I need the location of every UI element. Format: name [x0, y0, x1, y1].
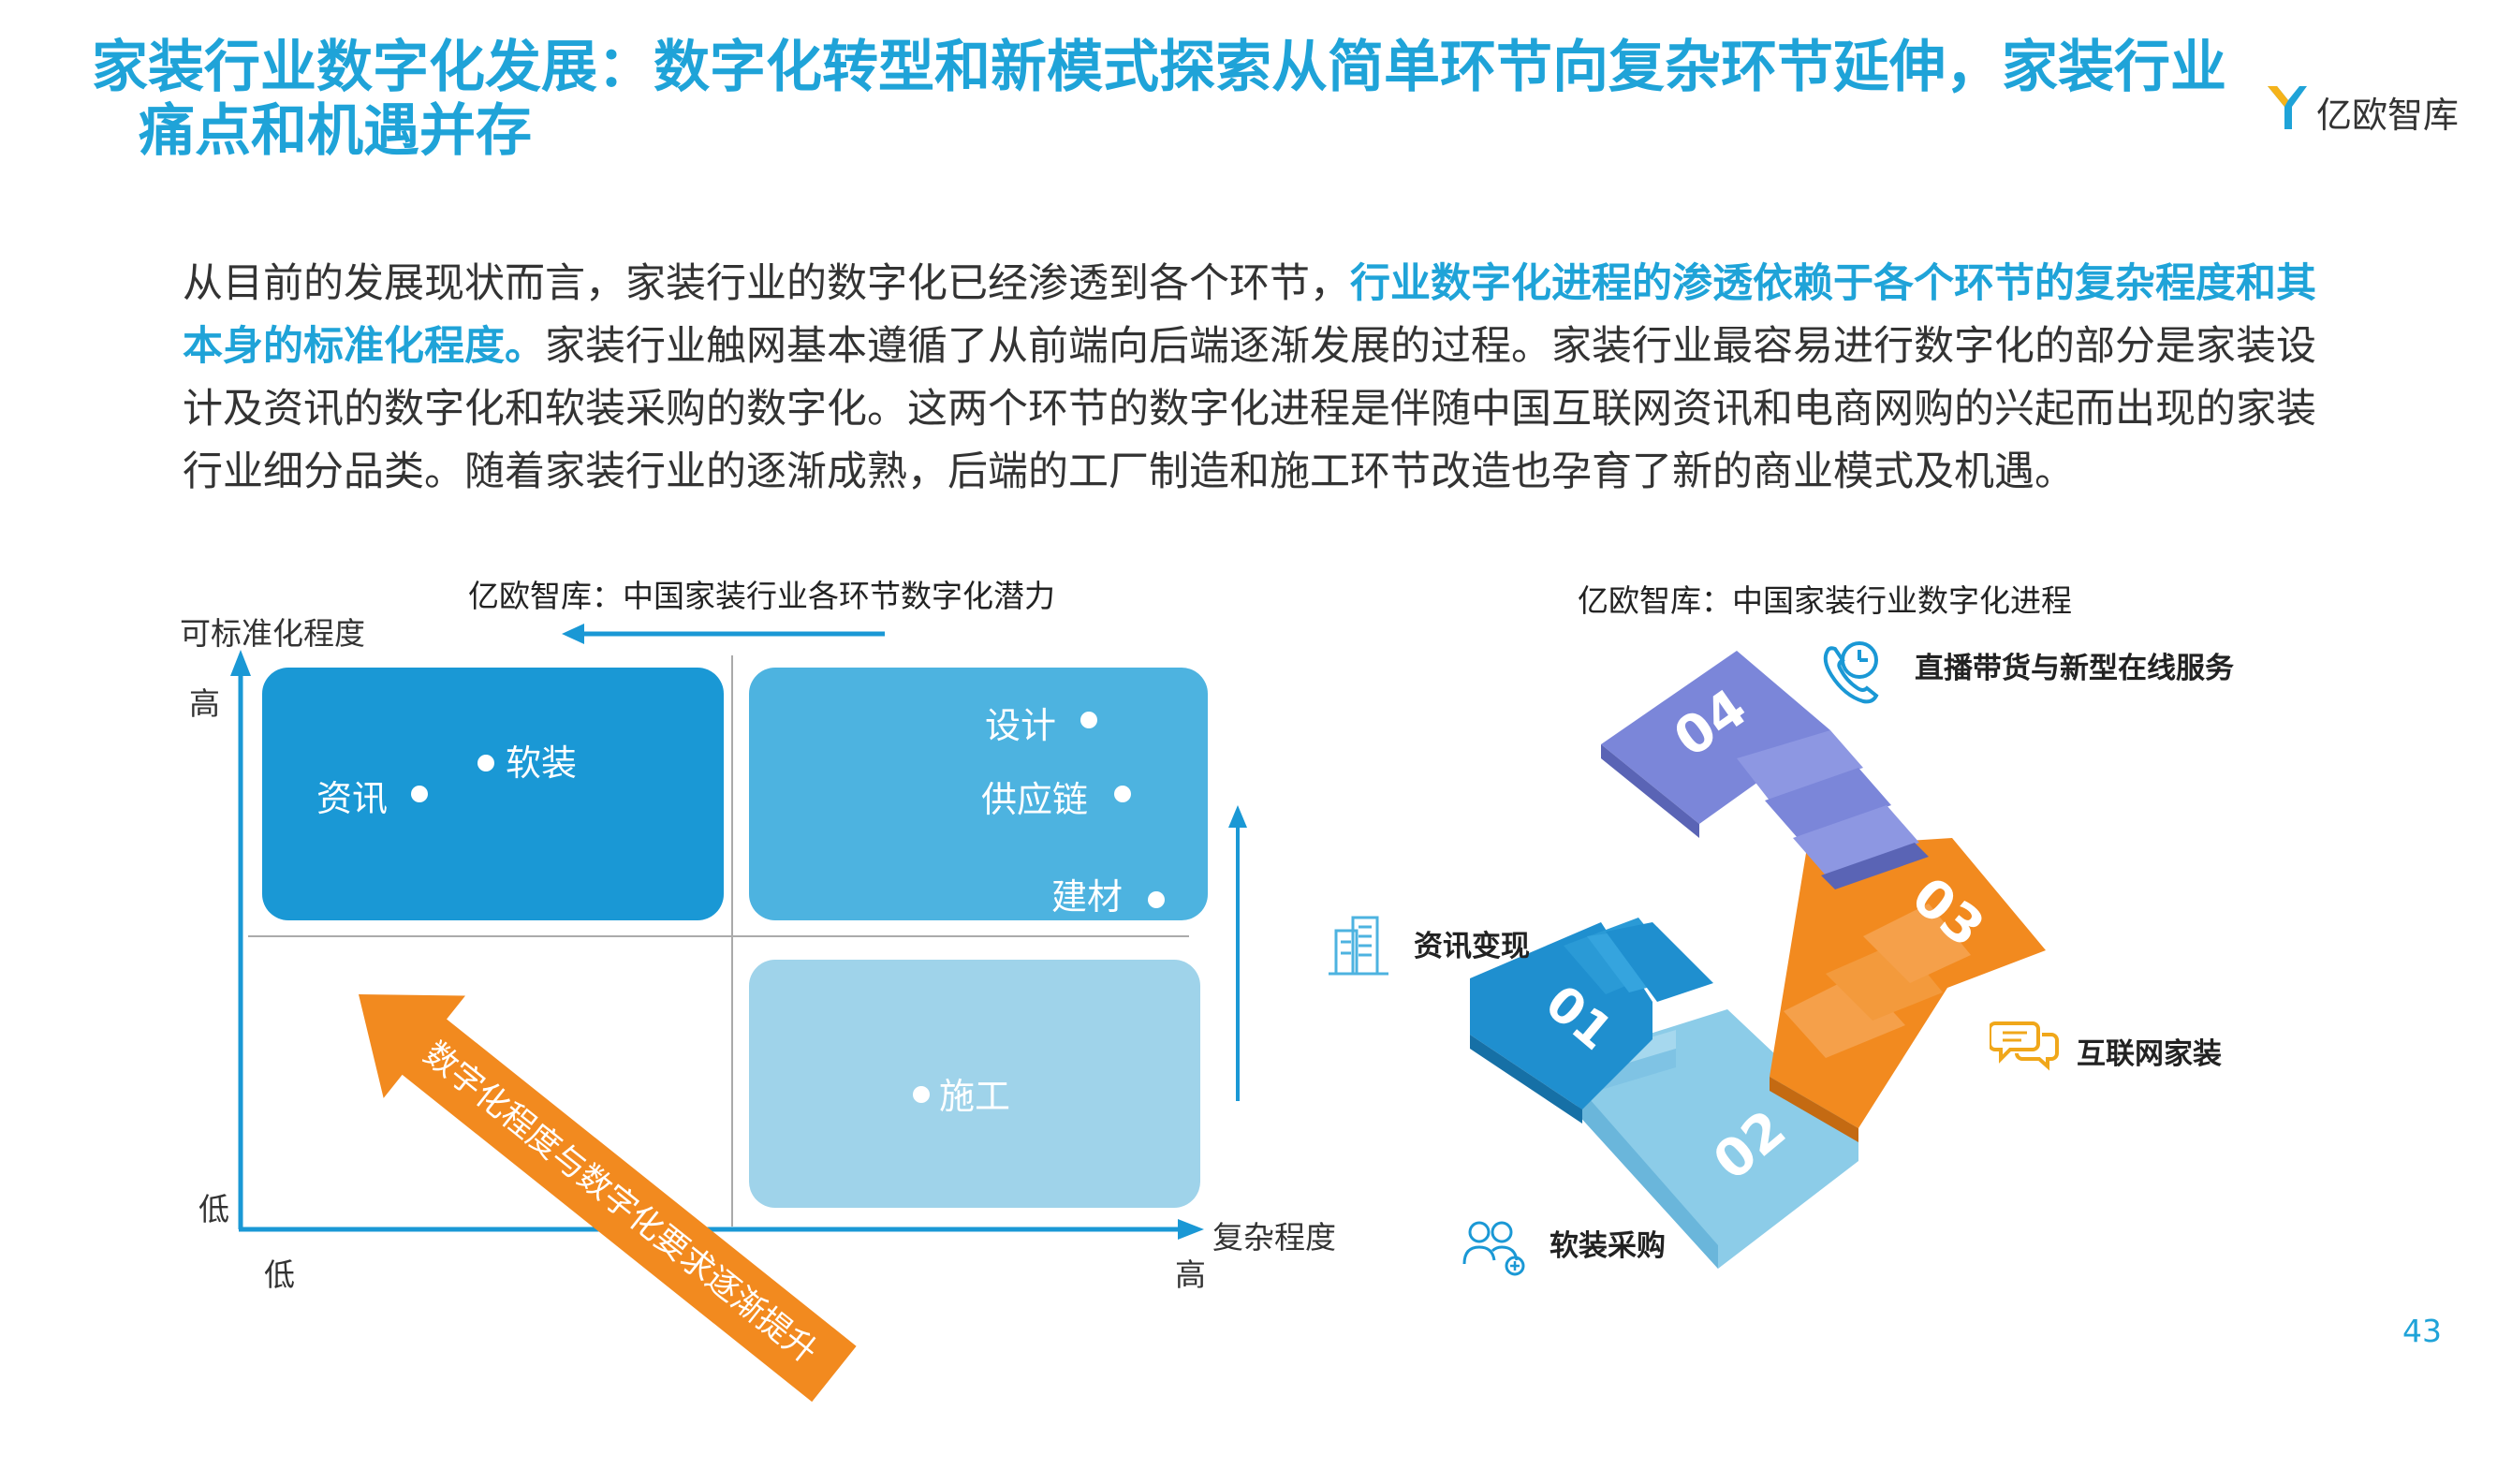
x-axis-high-label: 高 — [1175, 1256, 1206, 1293]
x-axis-title: 复杂程度 — [1212, 1219, 1336, 1256]
staircase-diagram: 04 03 01 02 — [1470, 651, 2046, 1269]
item-label-ruanzhuang: 软装 — [506, 742, 578, 784]
right-chart-title: 亿欧智库：中国家装行业数字化进程 — [1578, 582, 2072, 619]
item-dot-gongyinglian — [1114, 786, 1131, 802]
intro-paragraph: 从目前的发展现状而言，家装行业的数字化已经渗透到各个环节，行业数字化进程的渗透依… — [183, 253, 2355, 504]
item-dot-jiancai — [1148, 891, 1165, 908]
title-line-1: 家装行业数字化发展：数字化转型和新模式探索从简单环节向复杂环节延伸，家装行业 — [92, 35, 2226, 100]
chat-icon — [1990, 1021, 2059, 1071]
step-02-label: 软装采购 — [1550, 1229, 1666, 1263]
step-03-label: 互联网家装 — [2077, 1037, 2222, 1071]
left-chart-title: 亿欧智库：中国家装行业各环节数字化潜力 — [468, 578, 1055, 614]
page-number: 43 — [2402, 1313, 2442, 1349]
item-dot-zixun — [411, 786, 428, 802]
title-line-2: 痛点和机遇并存 — [139, 98, 532, 164]
item-label-zixun: 资讯 — [316, 778, 389, 819]
item-label-jiancai: 建材 — [1051, 876, 1124, 918]
item-label-gongyinglian: 供应链 — [981, 779, 1089, 820]
phone-clock-icon — [1823, 641, 1879, 704]
users-icon — [1462, 1221, 1525, 1276]
logo-text: 亿欧智库 — [2316, 95, 2460, 136]
item-dot-shigong — [913, 1086, 930, 1103]
step-01-label: 资讯变现 — [1414, 930, 1530, 963]
page-title: 家装行业数字化发展：数字化转型和新模式探索从简单环节向复杂环节延伸，家装行业 痛… — [92, 36, 2236, 163]
item-label-shigong: 施工 — [939, 1076, 1011, 1117]
intro-text-1: 从目前的发展现状而言，家装行业的数字化已经渗透到各个环节， — [183, 260, 1350, 307]
quadrant-high-standard-high-complexity — [749, 668, 1208, 920]
x-axis-low-label: 低 — [264, 1256, 295, 1293]
item-dot-ruanzhuang — [477, 755, 494, 771]
building-icon — [1329, 916, 1388, 976]
logo-mark-icon — [2268, 86, 2307, 129]
left-arrow-icon — [562, 624, 885, 644]
item-dot-sheji — [1080, 712, 1097, 728]
item-label-sheji: 设计 — [985, 705, 1057, 746]
up-arrow-icon — [1228, 805, 1247, 1101]
step-04-label: 直播带货与新型在线服务 — [1915, 652, 2234, 685]
